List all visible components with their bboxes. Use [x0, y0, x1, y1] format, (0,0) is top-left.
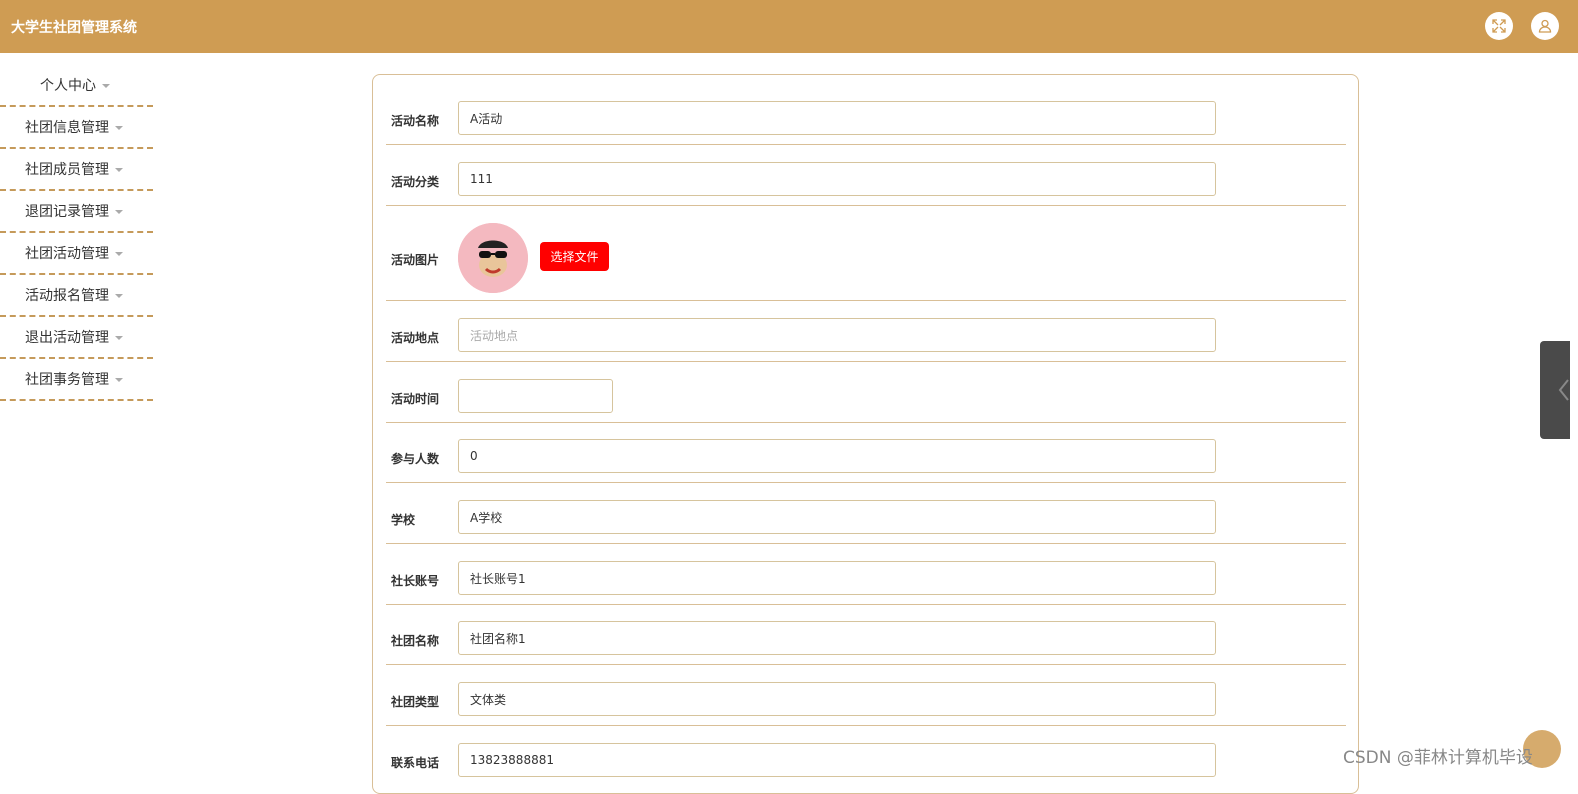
club-name-input[interactable]: 社团名称1: [458, 621, 1216, 655]
sidebar-item-exit-activity[interactable]: 退出活动管理: [0, 317, 153, 359]
field-label: 社长账号: [391, 574, 440, 588]
caret-down-icon: [115, 252, 123, 256]
fullscreen-icon[interactable]: [1485, 12, 1513, 40]
caret-down-icon: [102, 84, 110, 88]
form-row-president-account: 社长账号 社长账号1: [386, 544, 1346, 605]
form-row-activity-image: 活动图片 选择文件: [386, 206, 1346, 301]
field-label: 活动分类: [391, 175, 440, 189]
caret-down-icon: [115, 294, 123, 298]
sidebar-item-label: 社团信息管理: [25, 120, 109, 136]
field-label: 活动地点: [391, 331, 440, 345]
sidebar-item-label: 个人中心: [40, 78, 96, 94]
sidebar-item-withdraw-records[interactable]: 退团记录管理: [0, 191, 153, 233]
phone-input[interactable]: 13823888881: [458, 743, 1216, 777]
sidebar-item-label: 社团成员管理: [25, 162, 109, 178]
sidebar-item-label: 退团记录管理: [25, 204, 109, 220]
participants-input[interactable]: 0: [458, 439, 1216, 473]
activity-name-input[interactable]: A活动: [458, 101, 1216, 135]
field-label: 学校: [391, 513, 416, 527]
form-row-activity-location: 活动地点 活动地点: [386, 301, 1346, 362]
top-bar: 大学生社团管理系统: [0, 0, 1578, 53]
caret-down-icon: [115, 168, 123, 172]
caret-down-icon: [115, 336, 123, 340]
field-label: 活动名称: [391, 114, 440, 128]
activity-time-input[interactable]: [458, 379, 613, 413]
caret-down-icon: [115, 126, 123, 130]
sidebar-item-club-info[interactable]: 社团信息管理: [0, 107, 153, 149]
form-row-school: 学校 A学校: [386, 483, 1346, 544]
sidebar-item-label: 活动报名管理: [25, 288, 109, 304]
side-panel-toggle[interactable]: [1540, 341, 1570, 439]
form-row-club-name: 社团名称 社团名称1: [386, 605, 1346, 665]
field-label: 活动图片: [391, 253, 440, 267]
school-input[interactable]: A学校: [458, 500, 1216, 534]
choose-file-button[interactable]: 选择文件: [540, 242, 609, 271]
field-label: 参与人数: [391, 452, 440, 466]
sidebar: 个人中心 社团信息管理 社团成员管理 退团记录管理 社团活动管理 活动报名管理 …: [0, 53, 153, 401]
form-row-activity-category: 活动分类 111: [386, 145, 1346, 206]
field-label: 活动时间: [391, 392, 440, 406]
sidebar-item-club-activities[interactable]: 社团活动管理: [0, 233, 153, 275]
club-type-input[interactable]: 文体类: [458, 682, 1216, 716]
activity-category-input[interactable]: 111: [458, 162, 1216, 196]
sidebar-item-personal-center[interactable]: 个人中心: [0, 53, 153, 107]
watermark: CSDN @菲林计算机毕设: [1343, 748, 1533, 768]
sidebar-item-label: 社团活动管理: [25, 246, 109, 262]
sidebar-item-label: 退出活动管理: [25, 330, 109, 346]
form-row-participants: 参与人数 0: [386, 423, 1346, 483]
activity-form: 活动名称 A活动 活动分类 111 活动图片 选择文件 活动地点 活动地点 活动…: [372, 74, 1359, 794]
field-label: 联系电话: [391, 756, 440, 770]
sidebar-item-club-affairs[interactable]: 社团事务管理: [0, 359, 153, 401]
sidebar-item-label: 社团事务管理: [25, 372, 109, 388]
form-row-activity-time: 活动时间: [386, 362, 1346, 423]
user-icon[interactable]: [1531, 12, 1559, 40]
activity-location-input[interactable]: 活动地点: [458, 318, 1216, 352]
sidebar-item-activity-signup[interactable]: 活动报名管理: [0, 275, 153, 317]
chevron-left-icon: [1558, 379, 1569, 401]
field-label: 社团名称: [391, 634, 440, 648]
field-label: 社团类型: [391, 695, 440, 709]
app-title: 大学生社团管理系统: [11, 20, 137, 36]
form-row-activity-name: 活动名称 A活动: [386, 75, 1346, 145]
activity-image-preview: [458, 223, 528, 293]
president-account-input[interactable]: 社长账号1: [458, 561, 1216, 595]
sidebar-item-club-members[interactable]: 社团成员管理: [0, 149, 153, 191]
caret-down-icon: [115, 378, 123, 382]
form-row-club-type: 社团类型 文体类: [386, 665, 1346, 726]
caret-down-icon: [115, 210, 123, 214]
